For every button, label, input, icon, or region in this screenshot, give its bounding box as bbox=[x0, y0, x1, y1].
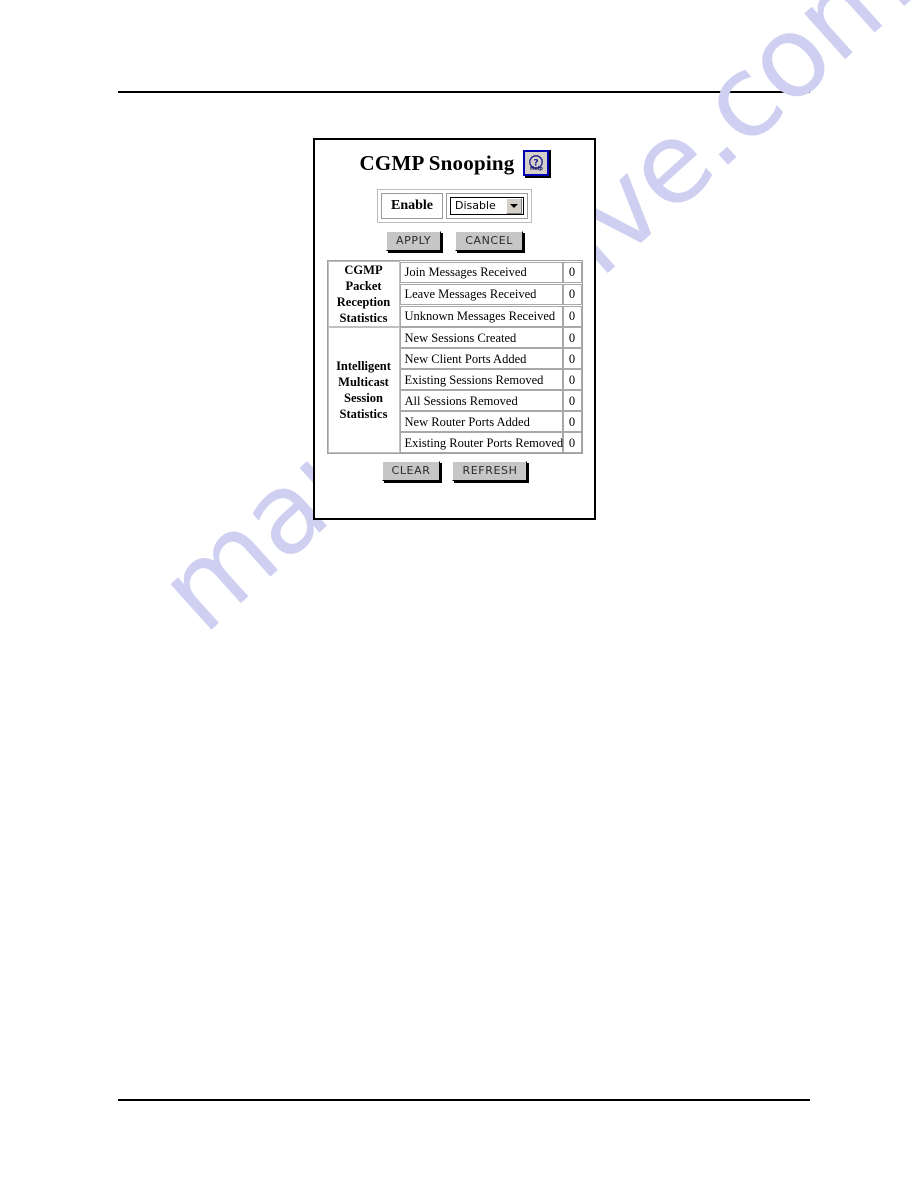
stat-name: All Sessions Removed bbox=[404, 393, 518, 408]
stat-name-cell: All Sessions Removed bbox=[399, 390, 563, 411]
header-rule bbox=[118, 91, 810, 93]
footer-button-row: CLEAR REFRESH bbox=[315, 461, 594, 481]
enable-select[interactable]: Disable bbox=[450, 197, 524, 215]
stat-value: 0 bbox=[568, 330, 576, 345]
cancel-button[interactable]: CANCEL bbox=[455, 231, 523, 251]
refresh-button[interactable]: REFRESH bbox=[452, 461, 528, 481]
group-label-intelligent-multicast-session: Intelligent Multicast Session Statistics bbox=[327, 327, 400, 453]
stat-value: 0 bbox=[568, 351, 576, 366]
stat-value: 0 bbox=[568, 393, 576, 408]
stat-value-cell: 0 bbox=[562, 261, 582, 283]
stat-name: Existing Sessions Removed bbox=[404, 372, 544, 387]
stat-name: Unknown Messages Received bbox=[404, 309, 556, 323]
stat-name-cell: New Sessions Created bbox=[399, 327, 563, 348]
stat-value: 0 bbox=[568, 414, 576, 429]
stat-name-cell: New Client Ports Added bbox=[399, 348, 563, 369]
panel-header: CGMP Snooping ? Help bbox=[315, 150, 594, 176]
stat-value: 0 bbox=[568, 435, 576, 450]
stat-name: New Router Ports Added bbox=[404, 414, 530, 429]
cgmp-snooping-panel: CGMP Snooping ? Help Enable Disable APPL… bbox=[313, 138, 596, 520]
stat-name-cell: New Router Ports Added bbox=[399, 411, 563, 432]
help-button-label: Help bbox=[530, 165, 543, 172]
enable-select-value: Disable bbox=[455, 199, 496, 212]
enable-select-cell: Disable bbox=[446, 193, 528, 219]
stat-value: 0 bbox=[568, 309, 576, 323]
stat-value-cell: 0 bbox=[562, 369, 582, 390]
form-button-row: APPLY CANCEL bbox=[315, 231, 594, 251]
group-label-line: Multicast bbox=[338, 375, 389, 389]
enable-label-cell: Enable bbox=[380, 193, 443, 219]
statistics-table: CGMP Packet Reception Statistics Join Me… bbox=[326, 260, 583, 454]
stat-name: Leave Messages Received bbox=[404, 287, 537, 301]
group-label-line: CGMP bbox=[344, 263, 383, 277]
stat-value-cell: 0 bbox=[562, 327, 582, 348]
enable-fieldset: Enable Disable bbox=[376, 189, 532, 223]
clear-button[interactable]: CLEAR bbox=[381, 461, 441, 481]
stat-value: 0 bbox=[568, 265, 576, 279]
stat-value-cell: 0 bbox=[562, 432, 582, 453]
stat-name-cell: Leave Messages Received bbox=[399, 283, 563, 305]
stat-name: Join Messages Received bbox=[404, 265, 527, 279]
group-label-cgmp-packet-reception: CGMP Packet Reception Statistics bbox=[327, 261, 400, 327]
stat-name: Existing Router Ports Removed bbox=[404, 435, 564, 450]
stat-value-cell: 0 bbox=[562, 305, 582, 327]
enable-section: Enable Disable bbox=[315, 189, 594, 223]
stat-name-cell: Existing Router Ports Removed bbox=[399, 432, 564, 453]
stat-value-cell: 0 bbox=[562, 348, 582, 369]
footer-rule bbox=[118, 1099, 810, 1101]
group-label-line: Session bbox=[344, 391, 383, 405]
apply-button[interactable]: APPLY bbox=[386, 231, 442, 251]
group-label-line: Intelligent bbox=[336, 359, 391, 373]
stat-name-cell: Unknown Messages Received bbox=[399, 305, 563, 327]
stat-name: New Sessions Created bbox=[404, 330, 517, 345]
stat-value: 0 bbox=[568, 372, 576, 387]
stat-value: 0 bbox=[568, 287, 576, 301]
chevron-down-icon[interactable] bbox=[506, 198, 522, 214]
table-row: Intelligent Multicast Session Statistics… bbox=[327, 327, 582, 453]
stat-value-cell: 0 bbox=[562, 390, 582, 411]
group-label-line: Reception bbox=[336, 295, 391, 309]
page-title: CGMP Snooping bbox=[359, 150, 515, 175]
group-label-line: Packet bbox=[345, 279, 382, 293]
stat-name-cell: Existing Sessions Removed bbox=[399, 369, 563, 390]
enable-label: Enable bbox=[390, 198, 433, 213]
stat-name-cell: Join Messages Received bbox=[399, 261, 563, 283]
stat-value-cell: 0 bbox=[562, 411, 582, 432]
help-button[interactable]: ? Help bbox=[523, 150, 550, 176]
statistics-section: CGMP Packet Reception Statistics Join Me… bbox=[315, 260, 594, 454]
group-label-line: Statistics bbox=[339, 311, 388, 325]
stat-name: New Client Ports Added bbox=[404, 351, 527, 366]
statistics-table-body: CGMP Packet Reception Statistics Join Me… bbox=[327, 261, 582, 453]
group-label-line: Statistics bbox=[339, 407, 388, 421]
stat-value-cell: 0 bbox=[562, 283, 582, 305]
table-row: CGMP Packet Reception Statistics Join Me… bbox=[327, 261, 582, 327]
